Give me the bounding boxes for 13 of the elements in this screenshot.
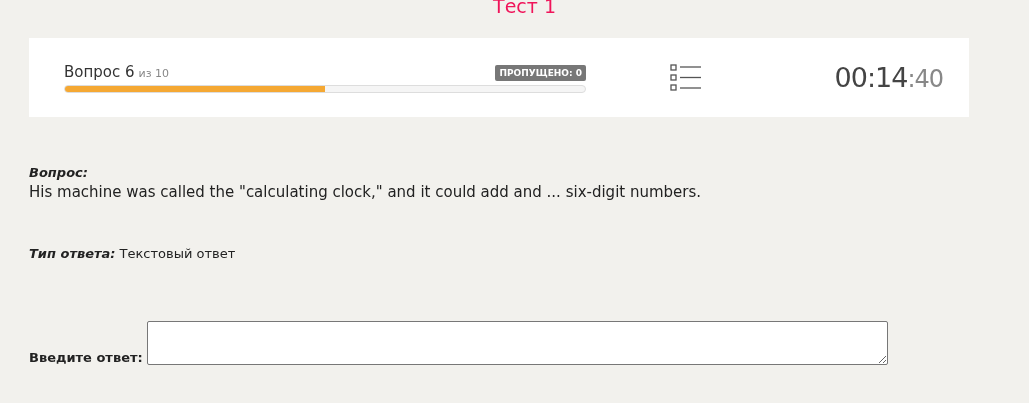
question-number: Вопрос 6	[64, 63, 135, 81]
answer-field[interactable]	[146, 321, 888, 365]
answer-type-label: Тип ответа:	[29, 246, 116, 261]
answer-type-value: Текстовый ответ	[119, 246, 236, 261]
question-total: из 10	[138, 67, 170, 80]
question-list-button[interactable]	[670, 63, 702, 92]
question-label: Вопрос:	[29, 165, 89, 180]
timer: 00:14:40	[834, 62, 943, 93]
list-icon	[670, 63, 702, 92]
question-text: His machine was called the "calculating clock," and it could add and ... six-digit numbers.	[29, 183, 703, 201]
skipped-badge: ПРОПУЩЕНО: 0	[495, 65, 586, 81]
page-title: Тест 1	[492, 0, 557, 16]
answer-label: Введите ответ:	[29, 350, 143, 365]
